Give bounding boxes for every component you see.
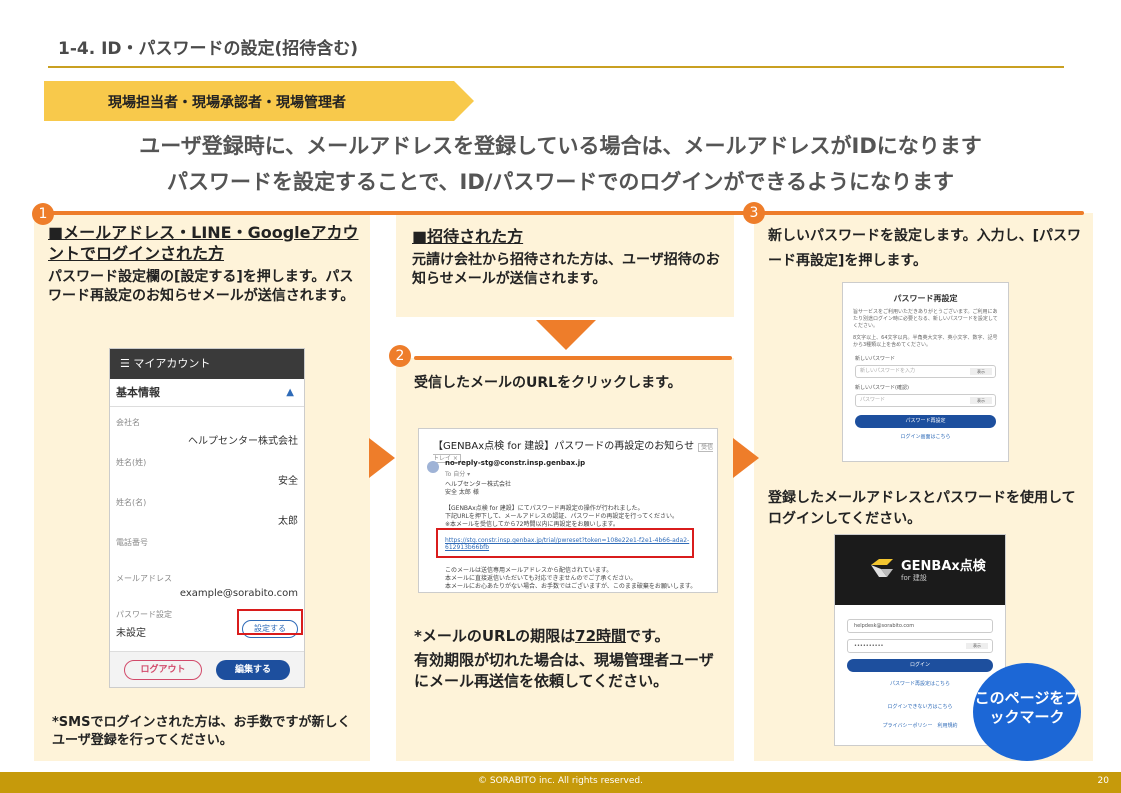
show-password-button[interactable]: 表示: [970, 368, 992, 375]
login-show-button[interactable]: 表示: [966, 643, 988, 649]
page-title: 1-4. ID・パスワードの設定(招待含む): [58, 39, 359, 59]
email-from: no-reply-stg@constr.insp.genbax.jp: [445, 459, 586, 467]
invited-heading: ■招待された方: [412, 227, 524, 246]
email-to: To 自分 ▾: [445, 471, 471, 478]
my-account-screen: ☰ マイアカウント 基本情報 ▲ 会社名 ヘルプセンター株式会社 姓名(姓) 安…: [109, 348, 305, 688]
email-subject: 【GENBAx点検 for 建設】パスワードの再設定のお知らせ 受信トレイ ×: [419, 429, 717, 463]
password-status: 未設定: [116, 628, 146, 639]
login-email-input[interactable]: helpdesk@sorabito.com: [847, 619, 993, 633]
email-footer-2: 本メールに直接返信いただいても対応できませんのでご了承ください。: [445, 575, 637, 582]
new-password-placeholder: 新しいパスワードを入力: [860, 368, 916, 374]
brand-name: GENBAx点検: [901, 559, 986, 574]
step2-note-prefix: *メールのURLの期限は: [414, 627, 576, 645]
page-number: 20: [1097, 776, 1109, 786]
login-page-link[interactable]: ログイン画面はこちら: [843, 433, 1008, 440]
reset-email-preview: 【GENBAx点検 for 建設】パスワードの再設定のお知らせ 受信トレイ × n…: [418, 428, 718, 593]
title-divider: [48, 66, 1064, 68]
down-arrow-icon: [536, 320, 596, 350]
basic-info-section[interactable]: 基本情報 ▲: [110, 379, 304, 407]
email-footer-1: このメールは送信専用メールアドレスから配信されています。: [445, 567, 613, 574]
timeline-line: [44, 211, 1084, 215]
email-body-1: 【GENBAx点検 for 建設】にてパスワード再設定の操作が行われました。: [445, 505, 644, 512]
step1-heading: ■メールアドレス・LINE・Googleアカウントでログインされた方: [48, 223, 359, 263]
logout-button[interactable]: ログアウト: [124, 660, 202, 680]
lastname-label: 姓名(姓): [116, 458, 147, 467]
firstname-value: 太郎: [278, 516, 298, 527]
role-badge: 現場担当者・現場承認者・現場管理者: [44, 81, 474, 121]
reset-title: パスワード再設定: [893, 294, 958, 303]
login-button[interactable]: ログイン: [847, 659, 993, 672]
reset-link-highlight: [436, 528, 694, 558]
right-arrow-icon: [369, 438, 395, 478]
new-password-input[interactable]: 新しいパスワードを入力 表示: [855, 365, 996, 378]
step2-note: *メールのURLの期限は72時間です。: [414, 626, 724, 647]
firstname-label: 姓名(名): [116, 498, 147, 507]
phone-value: [110, 552, 304, 563]
genbax-logo-icon: [871, 559, 893, 577]
password-reset-link[interactable]: パスワード再設定はこちら: [835, 680, 1005, 687]
show-confirm-button[interactable]: 表示: [970, 397, 992, 404]
email-footer-3: 本メールにお心あたりがない場合、お手数ではございますが、このまま破棄をお願いしま…: [445, 583, 697, 590]
step1-text: パスワード設定欄の[設定する]を押します。パスワード再設定のお知らせメールが送信…: [48, 269, 355, 304]
right-arrow-icon: [733, 438, 759, 478]
step3-text: 新しいパスワードを設定します。入力し、[パスワード再設定]を押します。: [768, 228, 1081, 269]
email-body-2: 下記URLを押下して、メールアドレスの認証、パスワードの再設定を行ってください。: [445, 513, 678, 520]
set-button-highlight: [237, 609, 303, 635]
invited-text: 元請け会社から招待された方は、ユーザ招待のお知らせメールが送信されます。: [412, 252, 720, 287]
email-label: メールアドレス: [116, 574, 172, 583]
password-reset-screen: パスワード再設定 旨サービスをご利用いただきありがとうございます。ご利用にあたり…: [842, 282, 1009, 462]
company-label: 会社名: [116, 418, 140, 427]
step3-text2: 登録したメールアドレスとパスワードを使用してログインしてください。: [768, 490, 1076, 527]
step2-note-highlight: 72時間: [575, 627, 627, 645]
email-value: example@sorabito.com: [179, 588, 298, 599]
brand-sub: for 建設: [901, 574, 927, 582]
confirm-password-input[interactable]: パスワード 表示: [855, 394, 996, 407]
email-recipient: 安全 太郎 様: [445, 489, 479, 496]
step2-number: 2: [389, 345, 411, 367]
headline-line-1: ユーザ登録時に、メールアドレスを登録している場合は、メールアドレスがIDになりま…: [139, 134, 982, 158]
reset-submit-button[interactable]: パスワード再設定: [855, 415, 996, 428]
account-action-bar: ログアウト 編集する: [110, 651, 304, 687]
role-badge-label: 現場担当者・現場承認者・現場管理者: [108, 95, 346, 111]
footer-bar: © SORABITO inc. All rights reserved. 20: [0, 772, 1121, 793]
step2-text: 受信したメールのURLをクリックします。: [414, 375, 682, 391]
copyright: © SORABITO inc. All rights reserved.: [478, 776, 643, 786]
step2-note-suffix: です。: [626, 627, 670, 645]
step1-note: *SMSでログインされた方は、お手数ですが新しくユーザ登録を行ってください。: [52, 715, 351, 748]
bookmark-badge: このページをブックマーク: [973, 663, 1081, 761]
email-company: ヘルプセンター株式会社: [445, 481, 512, 488]
company-value: ヘルプセンター株式会社: [188, 436, 298, 447]
step2-note2: 有効期限が切れた場合は、現場管理者ユーザにメール再送信を依頼してください。: [414, 651, 714, 690]
edit-button[interactable]: 編集する: [216, 660, 290, 680]
reset-rule: 8文字以上、64文字以内。半角英大文字、英小文字、数字、記号から3種類以上を含め…: [853, 335, 998, 348]
my-account-header: ☰ マイアカウント: [110, 349, 304, 379]
confirm-password-placeholder: パスワード: [860, 397, 886, 403]
chevron-up-icon[interactable]: ▲: [286, 379, 294, 407]
login-header: GENBAx点検 for 建設: [835, 535, 1005, 605]
login-email-value: helpdesk@sorabito.com: [854, 623, 915, 629]
headline-line-2: パスワードを設定することで、ID/パスワードでのログインができるようになります: [166, 170, 955, 194]
reset-description: 旨サービスをご利用いただきありがとうございます。ご利用にあたり別途ログイン時に必…: [853, 309, 998, 329]
login-password-value: ••••••••••: [854, 643, 884, 649]
lastname-value: 安全: [278, 476, 298, 487]
sender-avatar-icon: [427, 461, 439, 473]
new-password-label: 新しいパスワード: [855, 356, 896, 362]
step2-line: [414, 356, 732, 360]
email-subject-text: 【GENBAx点検 for 建設】パスワードの再設定のお知らせ: [433, 441, 695, 452]
login-password-input[interactable]: •••••••••• 表示: [847, 639, 993, 653]
step3-number: 3: [743, 202, 765, 224]
phone-label: 電話番号: [116, 538, 148, 547]
confirm-password-label: 新しいパスワード(確認): [855, 385, 909, 391]
basic-info-label: 基本情報: [116, 386, 160, 399]
